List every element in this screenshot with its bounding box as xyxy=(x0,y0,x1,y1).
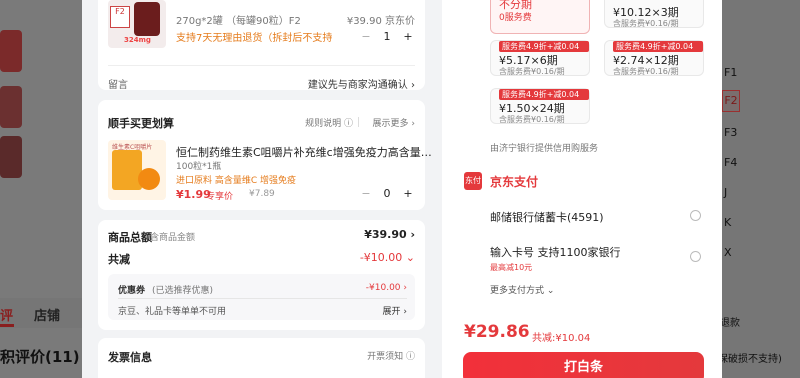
installment-option[interactable]: 服务费4.9折+减0.04元 ¥1.50×24期 含服务费¥0.16/期 xyxy=(490,88,590,124)
reduction-value[interactable]: -¥10.00 ⌄ xyxy=(360,251,415,264)
jd-pay-icon: 东付 xyxy=(464,172,482,190)
background-size-option: F4 xyxy=(724,156,738,169)
payment-option-postal-card[interactable]: 邮储银行储蓄卡(4591) xyxy=(490,209,604,225)
background-size-option: F1 xyxy=(724,66,738,79)
addon-quantity-plus-button[interactable]: + xyxy=(401,187,415,200)
background-thumbnail xyxy=(0,86,22,128)
product-card: F2 324mg 270g*2罐 （每罐90粒）F2 ¥39.90 京东价 支持… xyxy=(98,0,425,91)
message-label: 留言 xyxy=(108,80,128,91)
quantity-minus-button[interactable]: − xyxy=(359,30,373,43)
background-review-title: 积评价(11) xyxy=(0,348,80,366)
more-payment-methods-link[interactable]: 更多支付方式 ⌄ xyxy=(490,283,554,296)
addon-quantity-minus-button[interactable]: − xyxy=(359,187,373,200)
addon-box-graphic xyxy=(112,150,142,190)
background-size-option: K xyxy=(724,216,732,229)
background-text: 退款 xyxy=(720,318,740,329)
addon-quantity-stepper: − 0 + xyxy=(359,184,415,202)
background-page-left: 评 店铺 积评价(11) xyxy=(0,0,82,378)
installment-discount-badge: 服务费4.9折+减0.04元 xyxy=(499,41,589,62)
background-tab-reviews: 评 xyxy=(0,309,14,324)
background-page-right: F1 F2 F3 F4 J K X 退款 保破损不支持) xyxy=(718,0,800,378)
background-tab-indicator xyxy=(0,324,14,327)
background-size-option-selected: F2 xyxy=(722,90,740,112)
installment-option[interactable]: 服务费4.9折+减0.04元 ¥2.74×12期 含服务费¥0.16/期 xyxy=(604,40,704,76)
background-size-option: F3 xyxy=(724,126,738,139)
addon-product-image[interactable]: 维生素C咀嚼片 xyxy=(108,140,166,200)
order-panel: F2 324mg 270g*2罐 （每罐90粒）F2 ¥39.90 京东价 支持… xyxy=(82,0,442,378)
installment-option[interactable]: 不分期 0服务费 xyxy=(490,0,590,34)
installment-fee: 含服务费¥0.16/期 xyxy=(499,67,565,76)
rules-link[interactable]: 规则说明 ⓘ xyxy=(305,116,353,129)
divider xyxy=(118,298,407,299)
coupon-value[interactable]: -¥10.00 › xyxy=(366,283,407,293)
addon-product-tags: 进口原料 高含量维C 增强免疫 xyxy=(176,176,297,186)
radio-button[interactable] xyxy=(690,251,701,262)
invoice-notice-link[interactable]: 开票须知 ⓘ xyxy=(367,349,415,362)
addon-card: 顺手买更划算 规则说明 ⓘ 展示更多 › 维生素C咀嚼片 恒仁制药维生素C咀嚼片… xyxy=(98,100,432,210)
background-size-option: J xyxy=(724,186,728,199)
coupon-label: 优惠券 xyxy=(118,286,146,296)
addon-price-tag: 专享价 xyxy=(206,192,234,202)
installment-discount-badge: 服务费4.9折+减0.04元 xyxy=(613,41,703,62)
product-price: ¥39.90 京东价 xyxy=(346,16,415,27)
invoice-card: 发票信息 开票须知 ⓘ xyxy=(98,338,425,378)
goods-total-label: 商品总额 xyxy=(108,231,152,244)
total-price: ¥29.86 xyxy=(464,322,530,342)
addon-product-spec: 100粒*1瓶 xyxy=(176,162,222,172)
installment-fee: 含服务费¥0.16/期 xyxy=(613,19,679,28)
product-spec: 270g*2罐 （每罐90粒）F2 xyxy=(176,16,301,27)
quantity-plus-button[interactable]: + xyxy=(401,30,415,43)
orange-graphic xyxy=(138,168,160,190)
product-image[interactable]: F2 324mg xyxy=(108,0,166,48)
price-summary-card: 商品总额 含商品金额 ¥39.90 › 共减 -¥10.00 ⌄ 优惠券 (已选… xyxy=(98,220,425,330)
expand-button[interactable]: 展开 › xyxy=(383,304,407,317)
installment-fee: 含服务费¥0.16/期 xyxy=(613,67,679,76)
installment-fee: 含服务费¥0.16/期 xyxy=(499,115,565,124)
quantity-value[interactable]: 1 xyxy=(384,30,391,43)
pay-button[interactable]: 打白条 xyxy=(463,352,704,378)
jd-pay-title: 京东支付 xyxy=(490,175,539,189)
installment-discount-badge: 服务费4.9折+减0.04元 xyxy=(499,89,589,110)
addon-product-name[interactable]: 恒仁制药维生素C咀嚼片补充维c增强免疫力高含量… xyxy=(176,144,432,160)
background-size-option: X xyxy=(724,246,732,259)
credit-provider-note: 由济宁银行提供信用购服务 xyxy=(490,144,599,154)
total-saved: 共减:¥10.04 xyxy=(532,333,591,344)
background-tab-store: 店铺 xyxy=(34,309,61,324)
divider xyxy=(358,117,359,127)
show-more-link[interactable]: 展示更多 › xyxy=(373,116,415,129)
installment-option[interactable]: ¥10.12×3期 含服务费¥0.16/期 xyxy=(604,0,704,28)
addon-old-price: ¥7.89 xyxy=(249,189,275,199)
message-hint-link[interactable]: 建议先与商家沟通确认 › xyxy=(308,76,415,91)
payment-panel: 不分期 0服务费 ¥10.12×3期 含服务费¥0.16/期 服务费4.9折+减… xyxy=(442,0,722,378)
payment-option-discount: 最高减10元 xyxy=(490,263,533,272)
background-thumbnail xyxy=(0,136,22,178)
quantity-stepper: − 1 + xyxy=(359,27,415,45)
payment-option-enter-card[interactable]: 输入卡号 支持1100家银行 xyxy=(490,244,621,260)
addon-title: 顺手买更划算 xyxy=(108,117,174,130)
coupon-box: 优惠券 (已选推荐优惠) -¥10.00 › 京豆、礼品卡等单单不可用 展开 › xyxy=(108,274,415,320)
background-text: 保破损不支持) xyxy=(718,354,782,365)
jd-beans-label: 京豆、礼品卡等单单不可用 xyxy=(118,307,227,317)
product-jar-graphic xyxy=(134,2,160,36)
refund-note: 支持7天无理由退货（拆封后不支持 xyxy=(176,33,333,44)
product-image-tag: 324mg xyxy=(124,36,151,44)
goods-total-value[interactable]: ¥39.90 › xyxy=(364,228,415,241)
addon-quantity-value[interactable]: 0 xyxy=(384,187,391,200)
goods-total-sub: 含商品金额 xyxy=(150,233,196,243)
installment-fee: 0服务费 xyxy=(499,13,532,23)
coupon-sub: (已选推荐优惠) xyxy=(152,286,214,296)
product-badge: F2 xyxy=(110,6,130,28)
radio-button[interactable] xyxy=(690,210,701,221)
installment-option[interactable]: 服务费4.9折+减0.04元 ¥5.17×6期 含服务费¥0.16/期 xyxy=(490,40,590,76)
invoice-label: 发票信息 xyxy=(108,351,152,364)
background-thumbnail xyxy=(0,30,22,72)
divider xyxy=(108,65,415,66)
reduction-label: 共减 xyxy=(108,253,130,266)
